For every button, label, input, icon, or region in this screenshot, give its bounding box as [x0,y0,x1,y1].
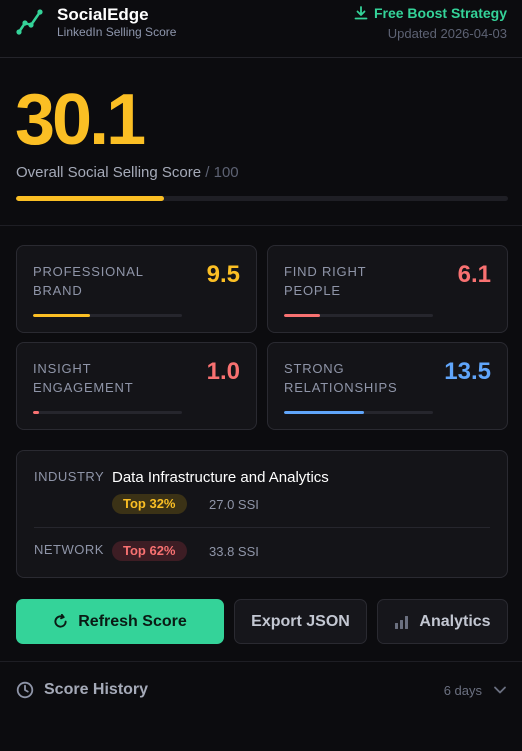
industry-label: INDUSTRY [34,469,105,484]
score-history-range: 6 days [443,683,482,698]
divider [34,527,490,528]
pillar-label: INSIGHT ENGAGEMENT [33,361,134,395]
network-rank-badge: Top 62% [112,541,187,561]
industry-ssi: 27.0 SSI [209,497,259,512]
download-icon [354,6,368,20]
pillar-progress-fill [284,314,321,317]
pillar-card-strong-relationships: STRONG RELATIONSHIPS 13.5 [267,342,508,430]
refresh-icon [54,614,67,628]
analytics-button[interactable]: Analytics [377,599,508,644]
pillar-value: 9.5 [206,261,240,288]
logo-icon [16,9,43,35]
free-boost-strategy-label: Free Boost Strategy [373,5,507,21]
overall-score-caption: Overall Social Selling Score / 100 [16,164,239,181]
network-label: NETWORK [34,542,104,557]
pillar-progress-bar [284,314,433,317]
industry-name: Data Infrastructure and Analytics [112,469,329,486]
overall-progress-fill [16,196,165,201]
last-updated: Updated 2026-04-03 [387,26,507,41]
pillar-value: 1.0 [206,358,240,385]
divider [0,225,522,226]
industry-rank-badge: Top 32% [112,494,187,514]
pillar-progress-fill [33,411,39,414]
bar-chart-icon [395,615,409,629]
pillar-card-find-right-people: FIND RIGHT PEOPLE 6.1 [267,245,508,333]
analytics-label: Analytics [419,612,491,630]
free-boost-strategy-link[interactable]: Free Boost Strategy [354,5,507,21]
pillar-progress-bar [33,411,182,414]
pillar-value: 13.5 [444,358,491,385]
pillar-value: 6.1 [457,261,491,288]
app-header: SocialEdge LinkedIn Selling Score Free B… [0,0,522,58]
chevron-down-icon [494,686,506,694]
overall-progress-bar [16,196,508,201]
brand-subtitle: LinkedIn Selling Score [57,25,177,39]
pillar-progress-bar [33,314,182,317]
pillar-label: FIND RIGHT PEOPLE [284,264,367,298]
pillar-progress-bar [284,411,433,414]
pillar-progress-fill [284,411,365,414]
benchmark-panel: INDUSTRY Data Infrastructure and Analyti… [16,450,508,578]
export-json-label: Export JSON [251,612,350,630]
overall-score: 30.1 [15,80,146,160]
pillar-card-insight-engagement: INSIGHT ENGAGEMENT 1.0 [16,342,257,430]
refresh-score-button[interactable]: Refresh Score [16,599,224,644]
pillar-label: STRONG RELATIONSHIPS [284,361,398,395]
score-max: / 100 [205,164,239,181]
pillar-progress-fill [33,314,90,317]
pillar-card-professional-brand: PROFESSIONAL BRAND 9.5 [16,245,257,333]
clock-icon [16,681,34,699]
brand-name: SocialEdge [57,5,149,24]
score-caption-text: Overall Social Selling Score [16,164,202,181]
score-history-title: Score History [44,681,149,698]
refresh-score-label: Refresh Score [78,612,187,630]
score-history-toggle[interactable]: Score History 6 days [0,662,522,718]
network-ssi: 33.8 SSI [209,544,259,559]
export-json-button[interactable]: Export JSON [234,599,367,644]
pillar-label: PROFESSIONAL BRAND [33,264,144,298]
